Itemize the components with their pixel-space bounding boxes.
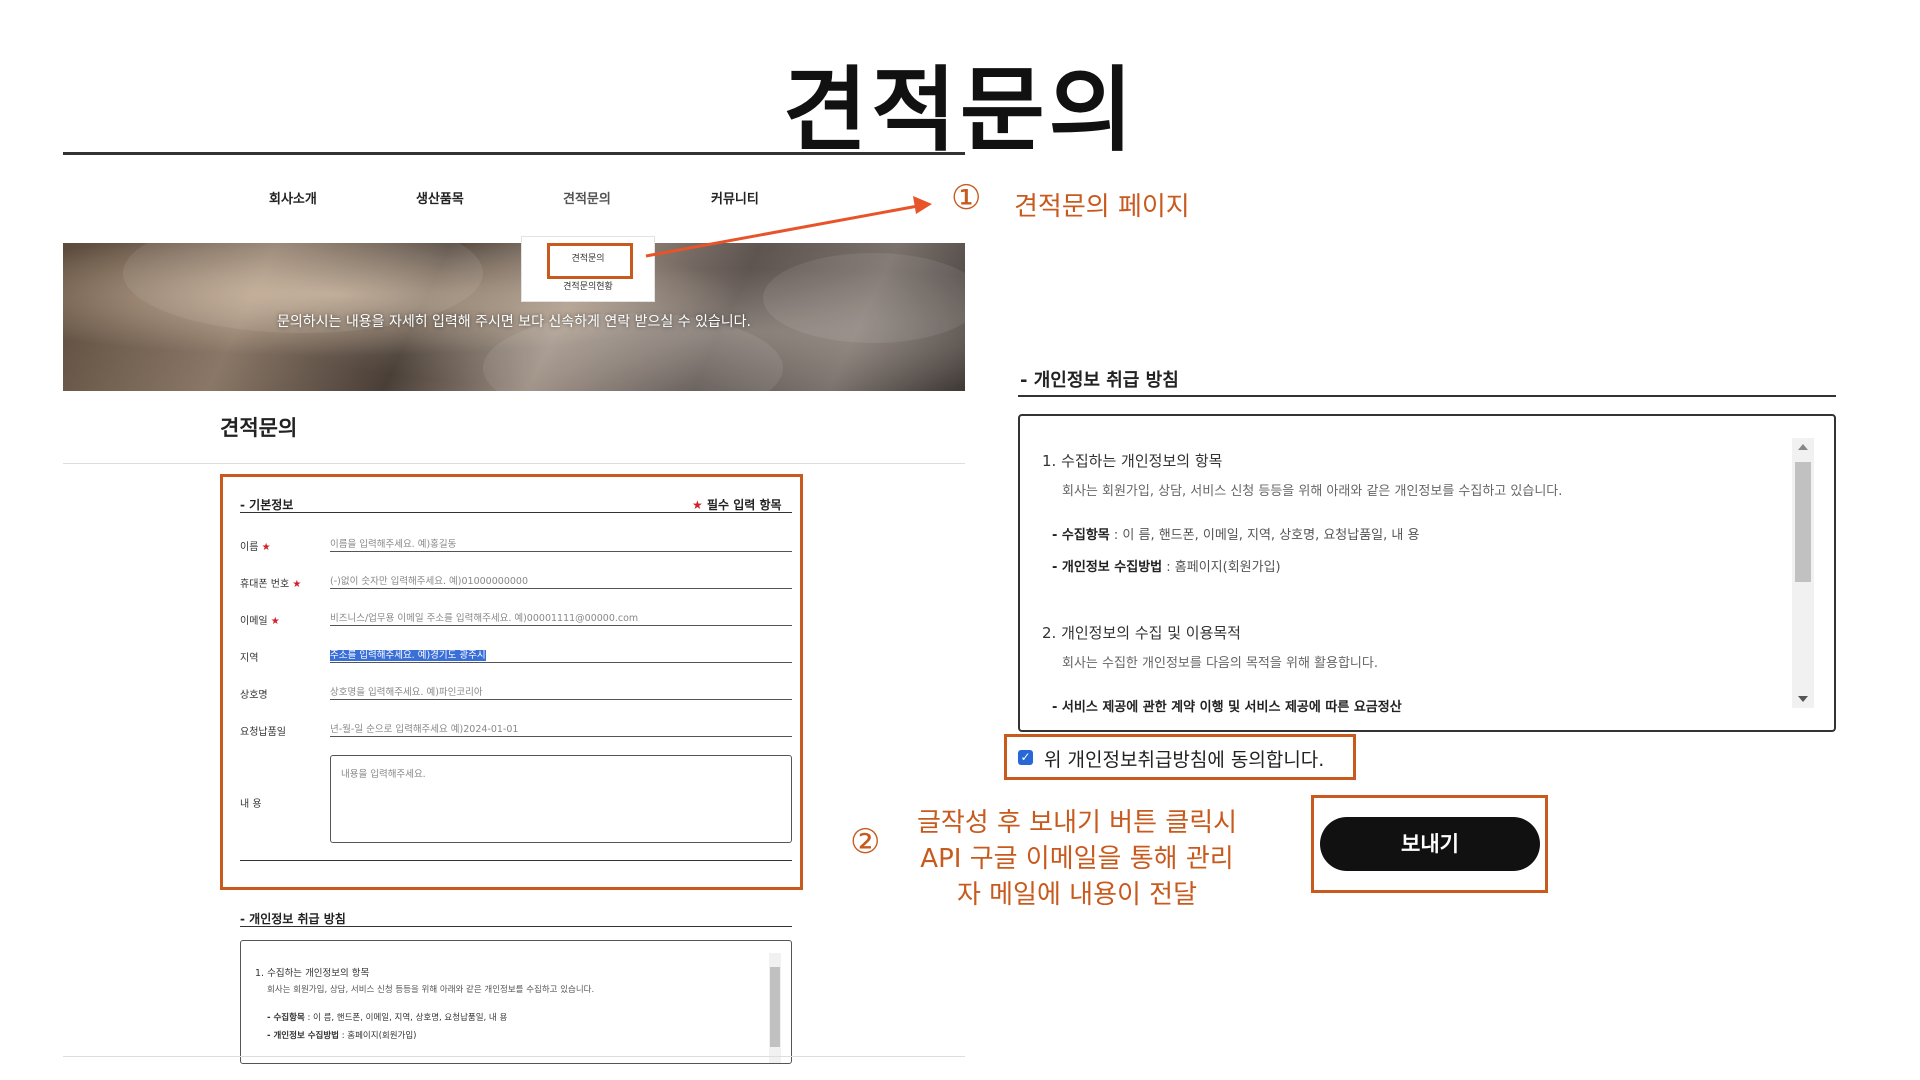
privacy-scrollbox[interactable]: 1. 수집하는 개인정보의 항목 회사는 회원가입, 상담, 서비스 신청 등등…: [1018, 414, 1836, 732]
form-head-rule: [240, 512, 792, 513]
annotation-two-line-3: 자 메일에 내용이 전달: [956, 880, 1198, 910]
privacy-item1-desc: 회사는 회원가입, 상담, 서비스 신청 등등을 위해 아래와 같은 개인정보를…: [1062, 484, 1563, 499]
page-title: 견적문의: [220, 416, 298, 440]
privacy-head-rule: [1018, 395, 1836, 397]
privacy-line: 1. 수집하는 개인정보의 항목: [255, 968, 370, 979]
privacy-head-rule-small: [240, 926, 792, 927]
scrollbar[interactable]: [1792, 438, 1814, 708]
annotation-highlight-dropdown: [547, 243, 633, 279]
privacy-collect-items: - 수집항목 : 이 름, 핸드폰, 이메일, 지역, 상호명, 요청납품일, …: [1052, 528, 1420, 543]
privacy-item2-title: 2. 개인정보의 수집 및 이용목적: [1042, 624, 1241, 642]
field-label-company: 상호명: [240, 690, 268, 701]
agree-checkbox[interactable]: ✓: [1018, 750, 1033, 765]
scroll-down-arrow-icon[interactable]: [1798, 696, 1808, 702]
privacy-item2-desc: 회사는 수집한 개인정보를 다음의 목적을 위해 활용합니다.: [1062, 656, 1378, 671]
annotation-two-mark: ②: [850, 822, 881, 862]
annotation-one-mark: ①: [951, 178, 982, 218]
annotation-two-line-1: 글작성 후 보내기 버튼 클릭시: [916, 808, 1238, 838]
field-label-content: 내 용: [240, 799, 262, 810]
required-star-icon: ★: [261, 542, 271, 553]
delivery-date-input[interactable]: 년-월-일 순으로 입력해주세요 예)2024-01-01: [330, 717, 792, 737]
send-button[interactable]: 보내기: [1320, 817, 1540, 871]
scrollbar-thumb[interactable]: [770, 967, 780, 1047]
privacy-section-label-small: - 개인정보 취급 방침: [240, 912, 346, 926]
section-rule: [63, 463, 965, 464]
required-star-icon: ★: [692, 498, 703, 512]
privacy-line: - 수집항목 : 이 름, 핸드폰, 이메일, 지역, 상호명, 요청납품일, …: [267, 1013, 508, 1023]
field-label-delivery-date: 요청납품일: [240, 727, 286, 738]
annotation-two-line-2: API 구글 이메일을 통해 관리: [920, 844, 1234, 874]
field-label-name: 이름 ★: [240, 542, 271, 553]
nav-item-community[interactable]: 커뮤니티: [711, 188, 759, 207]
company-input[interactable]: 상호명을 입력해주세요. 예)파인코리아: [330, 680, 792, 700]
phone-input[interactable]: (-)없이 숫자만 입력해주세요. 예)01000000000: [330, 569, 792, 589]
email-input[interactable]: 비즈니스/업무용 이메일 주소를 입력해주세요. 예)00001111@0000…: [330, 606, 792, 626]
form-bottom-rule: [240, 860, 792, 861]
annotation-one-text: 견적문의 페이지: [1014, 192, 1190, 222]
field-label-region: 지역: [240, 653, 259, 664]
privacy-line: - 개인정보 수집방법 : 홈페이지(회원가입): [267, 1031, 417, 1041]
hero-banner: 문의하시는 내용을 자세히 입력해 주시면 보다 신속하게 연락 받으실 수 있…: [63, 243, 965, 391]
main-nav: 회사소개 생산품목 견적문의 커뮤니티: [63, 180, 965, 216]
privacy-item1-title: 1. 수집하는 개인정보의 항목: [1042, 452, 1223, 470]
scroll-up-arrow-icon[interactable]: [1798, 444, 1808, 450]
region-input[interactable]: 주소를 입력해주세요. 예)경기도 광주시: [330, 643, 792, 663]
privacy-item2-bullet: - 서비스 제공에 관한 계약 이행 및 서비스 제공에 따른 요금정산: [1052, 700, 1402, 715]
footer-rule: [63, 1056, 965, 1057]
slide-title: 견적문의: [782, 57, 1138, 164]
header-rule: [63, 152, 965, 155]
agree-label: 위 개인정보취급방침에 동의합니다.: [1044, 749, 1325, 771]
dropdown-item-quote-status[interactable]: 견적문의현황: [522, 279, 654, 292]
region-input-selected-text: 주소를 입력해주세요. 예)경기도 광주시: [330, 650, 486, 661]
name-input[interactable]: 이름을 입력해주세요. 예)홍길동: [330, 532, 792, 552]
field-label-phone: 휴대폰 번호 ★: [240, 579, 302, 590]
scrollbar[interactable]: [769, 953, 781, 1063]
privacy-scrollbox-small[interactable]: 1. 수집하는 개인정보의 항목 회사는 회원가입, 상담, 서비스 신청 등등…: [240, 940, 792, 1064]
form-section-label: - 기본정보: [240, 498, 294, 512]
privacy-section-label: - 개인정보 취급 방침: [1020, 370, 1179, 391]
required-note: ★ 필수 입력 항목: [692, 496, 782, 513]
check-icon: ✓: [1020, 750, 1031, 764]
nav-item-products[interactable]: 생산품목: [416, 188, 464, 207]
scrollbar-thumb[interactable]: [1795, 462, 1811, 582]
required-star-icon: ★: [270, 616, 280, 627]
privacy-line: 회사는 회원가입, 상담, 서비스 신청 등등을 위해 아래와 같은 개인정보를…: [267, 985, 595, 995]
required-star-icon: ★: [292, 579, 302, 590]
nav-item-quote[interactable]: 견적문의: [563, 188, 611, 207]
hero-text: 문의하시는 내용을 자세히 입력해 주시면 보다 신속하게 연락 받으실 수 있…: [277, 314, 751, 330]
required-note-text: 필수 입력 항목: [706, 498, 782, 512]
nav-item-company[interactable]: 회사소개: [269, 188, 317, 207]
field-label-email: 이메일 ★: [240, 616, 280, 627]
privacy-collect-method: - 개인정보 수집방법 : 홈페이지(회원가입): [1052, 560, 1281, 575]
content-textarea[interactable]: 내용을 입력해주세요.: [330, 755, 792, 843]
